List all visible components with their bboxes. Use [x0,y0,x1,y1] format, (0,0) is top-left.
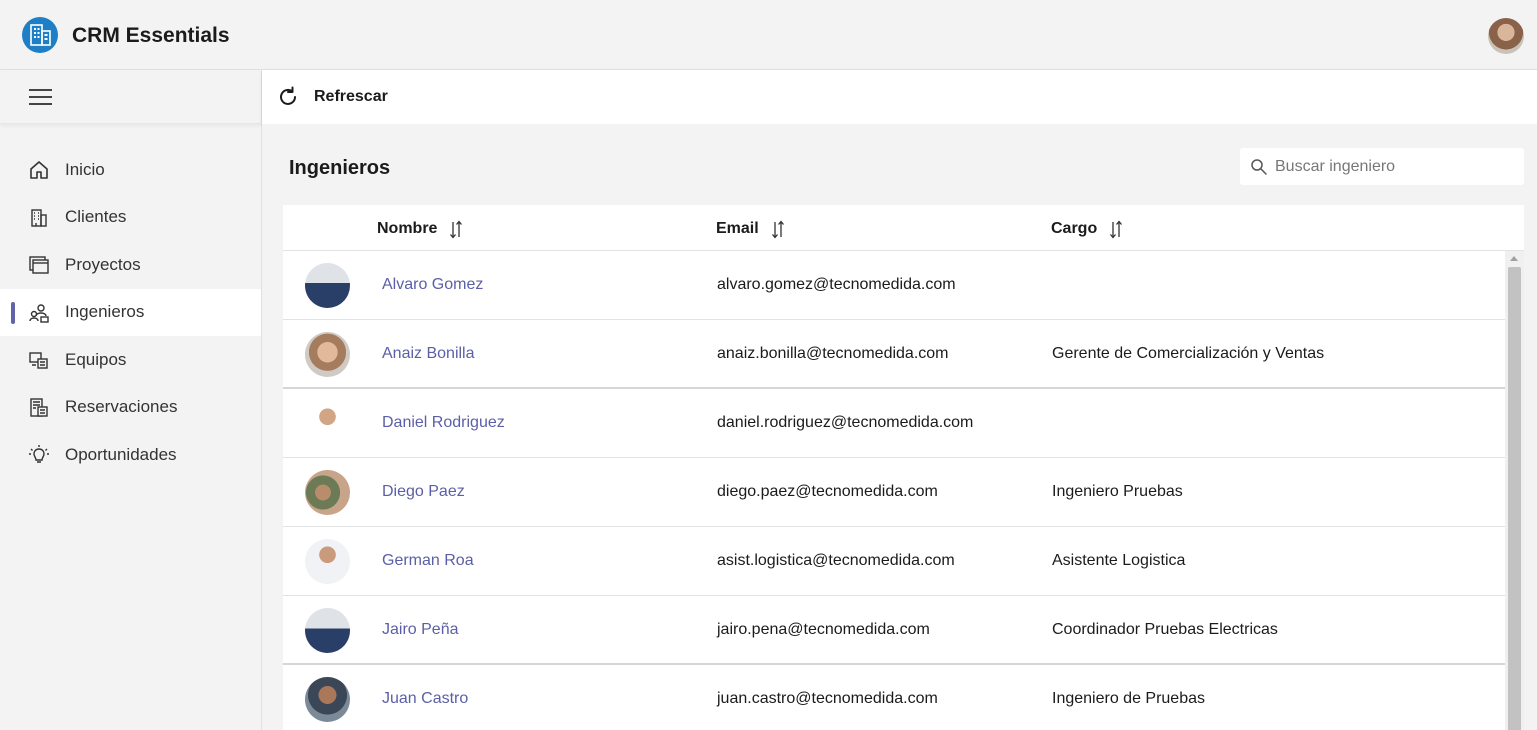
engineer-email: diego.paez@tecnomedida.com [717,483,938,500]
toolbar: Refrescar [262,70,1537,124]
sidebar: Inicio Clientes Proyectos Ingenieros Equ… [0,70,262,730]
engineer-email: jairo.pena@tecnomedida.com [717,621,930,638]
refresh-icon [280,86,296,105]
avatar [305,677,350,722]
table-row[interactable]: Jairo Peña jairo.pena@tecnomedida.com Co… [283,596,1505,665]
app-header: CRM Essentials [0,0,1537,70]
sidebar-item-clientes[interactable]: Clientes [0,194,261,242]
avatar [305,539,350,584]
column-header-nombre[interactable]: Nombre [377,219,463,239]
engineer-name-link[interactable]: German Roa [382,552,474,570]
engineer-name-link[interactable]: Daniel Rodriguez [382,414,505,432]
sidebar-item-ingenieros[interactable]: Ingenieros [0,288,261,336]
sort-icon [450,220,463,239]
column-header-label: Email [716,220,759,237]
user-avatar[interactable] [1488,18,1524,54]
scroll-up-arrow-icon[interactable] [1510,256,1518,261]
sidebar-item-label: Equipos [65,349,127,369]
engineer-name-link[interactable]: Jairo Peña [382,621,459,639]
refresh-button[interactable]: Refrescar [276,83,388,111]
sort-icon [771,220,784,239]
engineer-email: alvaro.gomez@tecnomedida.com [717,276,956,293]
engineer-name-link[interactable]: Juan Castro [382,690,468,708]
avatar [305,263,350,308]
sidebar-top-bar [0,70,261,124]
table-body: Alvaro Gomez alvaro.gomez@tecnomedida.co… [283,251,1505,730]
sidebar-item-label: Reservaciones [65,397,178,417]
page-title: Ingenieros [289,157,391,179]
hamburger-menu-icon[interactable] [29,89,52,105]
search-input[interactable] [1275,148,1515,185]
lightbulb-icon [29,445,49,463]
sidebar-item-reservaciones[interactable]: Reservaciones [0,384,261,432]
engineer-role: Ingeniero Pruebas [1052,483,1183,500]
engineer-name-link[interactable]: Alvaro Gomez [382,276,483,294]
folders-icon [29,256,49,274]
engineer-role: Ingeniero de Pruebas [1052,690,1205,707]
column-header-email[interactable]: Email [716,219,785,239]
sidebar-item-label: Oportunidades [65,444,177,464]
avatar [305,401,350,446]
table-row[interactable]: Juan Castro juan.castro@tecnomedida.com … [283,665,1505,730]
sidebar-item-proyectos[interactable]: Proyectos [0,241,261,289]
engineer-email: anaiz.bonilla@tecnomedida.com [717,345,949,362]
engineer-email: daniel.rodriguez@tecnomedida.com [717,414,974,431]
refresh-label: Refrescar [314,88,388,105]
table-row[interactable]: Daniel Rodriguez daniel.rodriguez@tecnom… [283,389,1505,458]
sidebar-nav: Inicio Clientes Proyectos Ingenieros Equ… [0,146,261,479]
sidebar-item-label: Ingenieros [65,302,145,322]
home-icon [30,161,48,179]
building-logo-icon [22,17,58,53]
engineer-name-link[interactable]: Diego Paez [382,483,465,501]
sidebar-item-label: Proyectos [65,254,141,274]
sidebar-item-oportunidades[interactable]: Oportunidades [0,431,261,479]
table-row[interactable]: Diego Paez diego.paez@tecnomedida.com In… [283,458,1505,527]
search-box [1240,148,1524,185]
app-title: CRM Essentials [72,24,230,47]
calendar-doc-icon [30,397,48,417]
engineer-email: asist.logistica@tecnomedida.com [717,552,955,569]
column-header-label: Cargo [1051,220,1098,237]
sidebar-item-label: Clientes [65,207,127,227]
building-icon [31,208,47,227]
sort-icon [1110,220,1123,239]
engineer-role: Asistente Logistica [1052,552,1186,569]
avatar [305,332,350,377]
sidebar-item-equipos[interactable]: Equipos [0,336,261,384]
people-icon [29,303,49,323]
column-header-label: Nombre [377,220,438,237]
engineer-email: juan.castro@tecnomedida.com [717,690,938,707]
avatar [305,608,350,653]
table-scrollbar[interactable] [1505,251,1524,730]
column-header-cargo[interactable]: Cargo [1051,219,1123,239]
main-content: Ingenieros Nombre Email Cargo [262,124,1537,730]
engineer-name-link[interactable]: Anaiz Bonilla [382,345,475,363]
sidebar-item-inicio[interactable]: Inicio [0,146,261,194]
engineer-role: Coordinador Pruebas Electricas [1052,621,1278,638]
scroll-thumb[interactable] [1508,267,1521,730]
table-row[interactable]: Alvaro Gomez alvaro.gomez@tecnomedida.co… [283,251,1505,320]
devices-icon [29,352,48,369]
sidebar-item-label: Inicio [65,159,105,179]
avatar [305,470,350,515]
search-icon [1251,159,1267,175]
table-row[interactable]: German Roa asist.logistica@tecnomedida.c… [283,527,1505,596]
engineer-role: Gerente de Comercialización y Ventas [1052,345,1325,362]
engineers-table: Nombre Email Cargo Alvaro Gomez alvaro.g… [283,205,1524,730]
table-header: Nombre Email Cargo [283,205,1524,251]
table-row[interactable]: Anaiz Bonilla anaiz.bonilla@tecnomedida.… [283,320,1505,389]
